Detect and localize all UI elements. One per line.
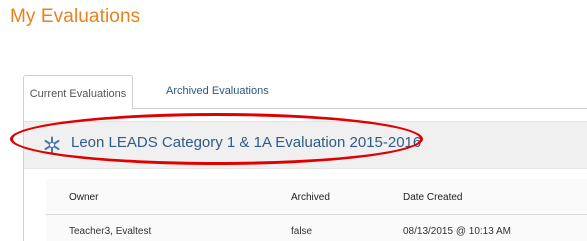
column-header-owner[interactable]: Owner	[69, 192, 98, 203]
tab-archived-evaluations[interactable]: Archived Evaluations	[156, 75, 279, 107]
table-divider	[46, 214, 587, 215]
evaluations-panel: Leon LEADS Category 1 & 1A Evaluation 20…	[23, 109, 587, 241]
evaluation-header[interactable]: Leon LEADS Category 1 & 1A Evaluation 20…	[24, 121, 587, 169]
snowflake-icon	[43, 136, 61, 154]
column-header-archived[interactable]: Archived	[291, 192, 330, 203]
table-cell-owner[interactable]: Teacher3, Evaltest	[69, 226, 151, 237]
tab-current-evaluations[interactable]: Current Evaluations	[23, 75, 133, 110]
table-cell-archived: false	[291, 226, 313, 237]
evaluations-table: Owner Archived Date Created Teacher3, Ev…	[46, 179, 587, 241]
column-header-date-created[interactable]: Date Created	[403, 192, 462, 203]
page-title: My Evaluations	[10, 6, 141, 27]
evaluation-title[interactable]: Leon LEADS Category 1 & 1A Evaluation 20…	[71, 134, 421, 151]
table-cell-date-created: 08/13/2015 @ 10:13 AM	[403, 226, 512, 237]
evaluation-tabs: Current Evaluations Archived Evaluations	[23, 75, 587, 110]
